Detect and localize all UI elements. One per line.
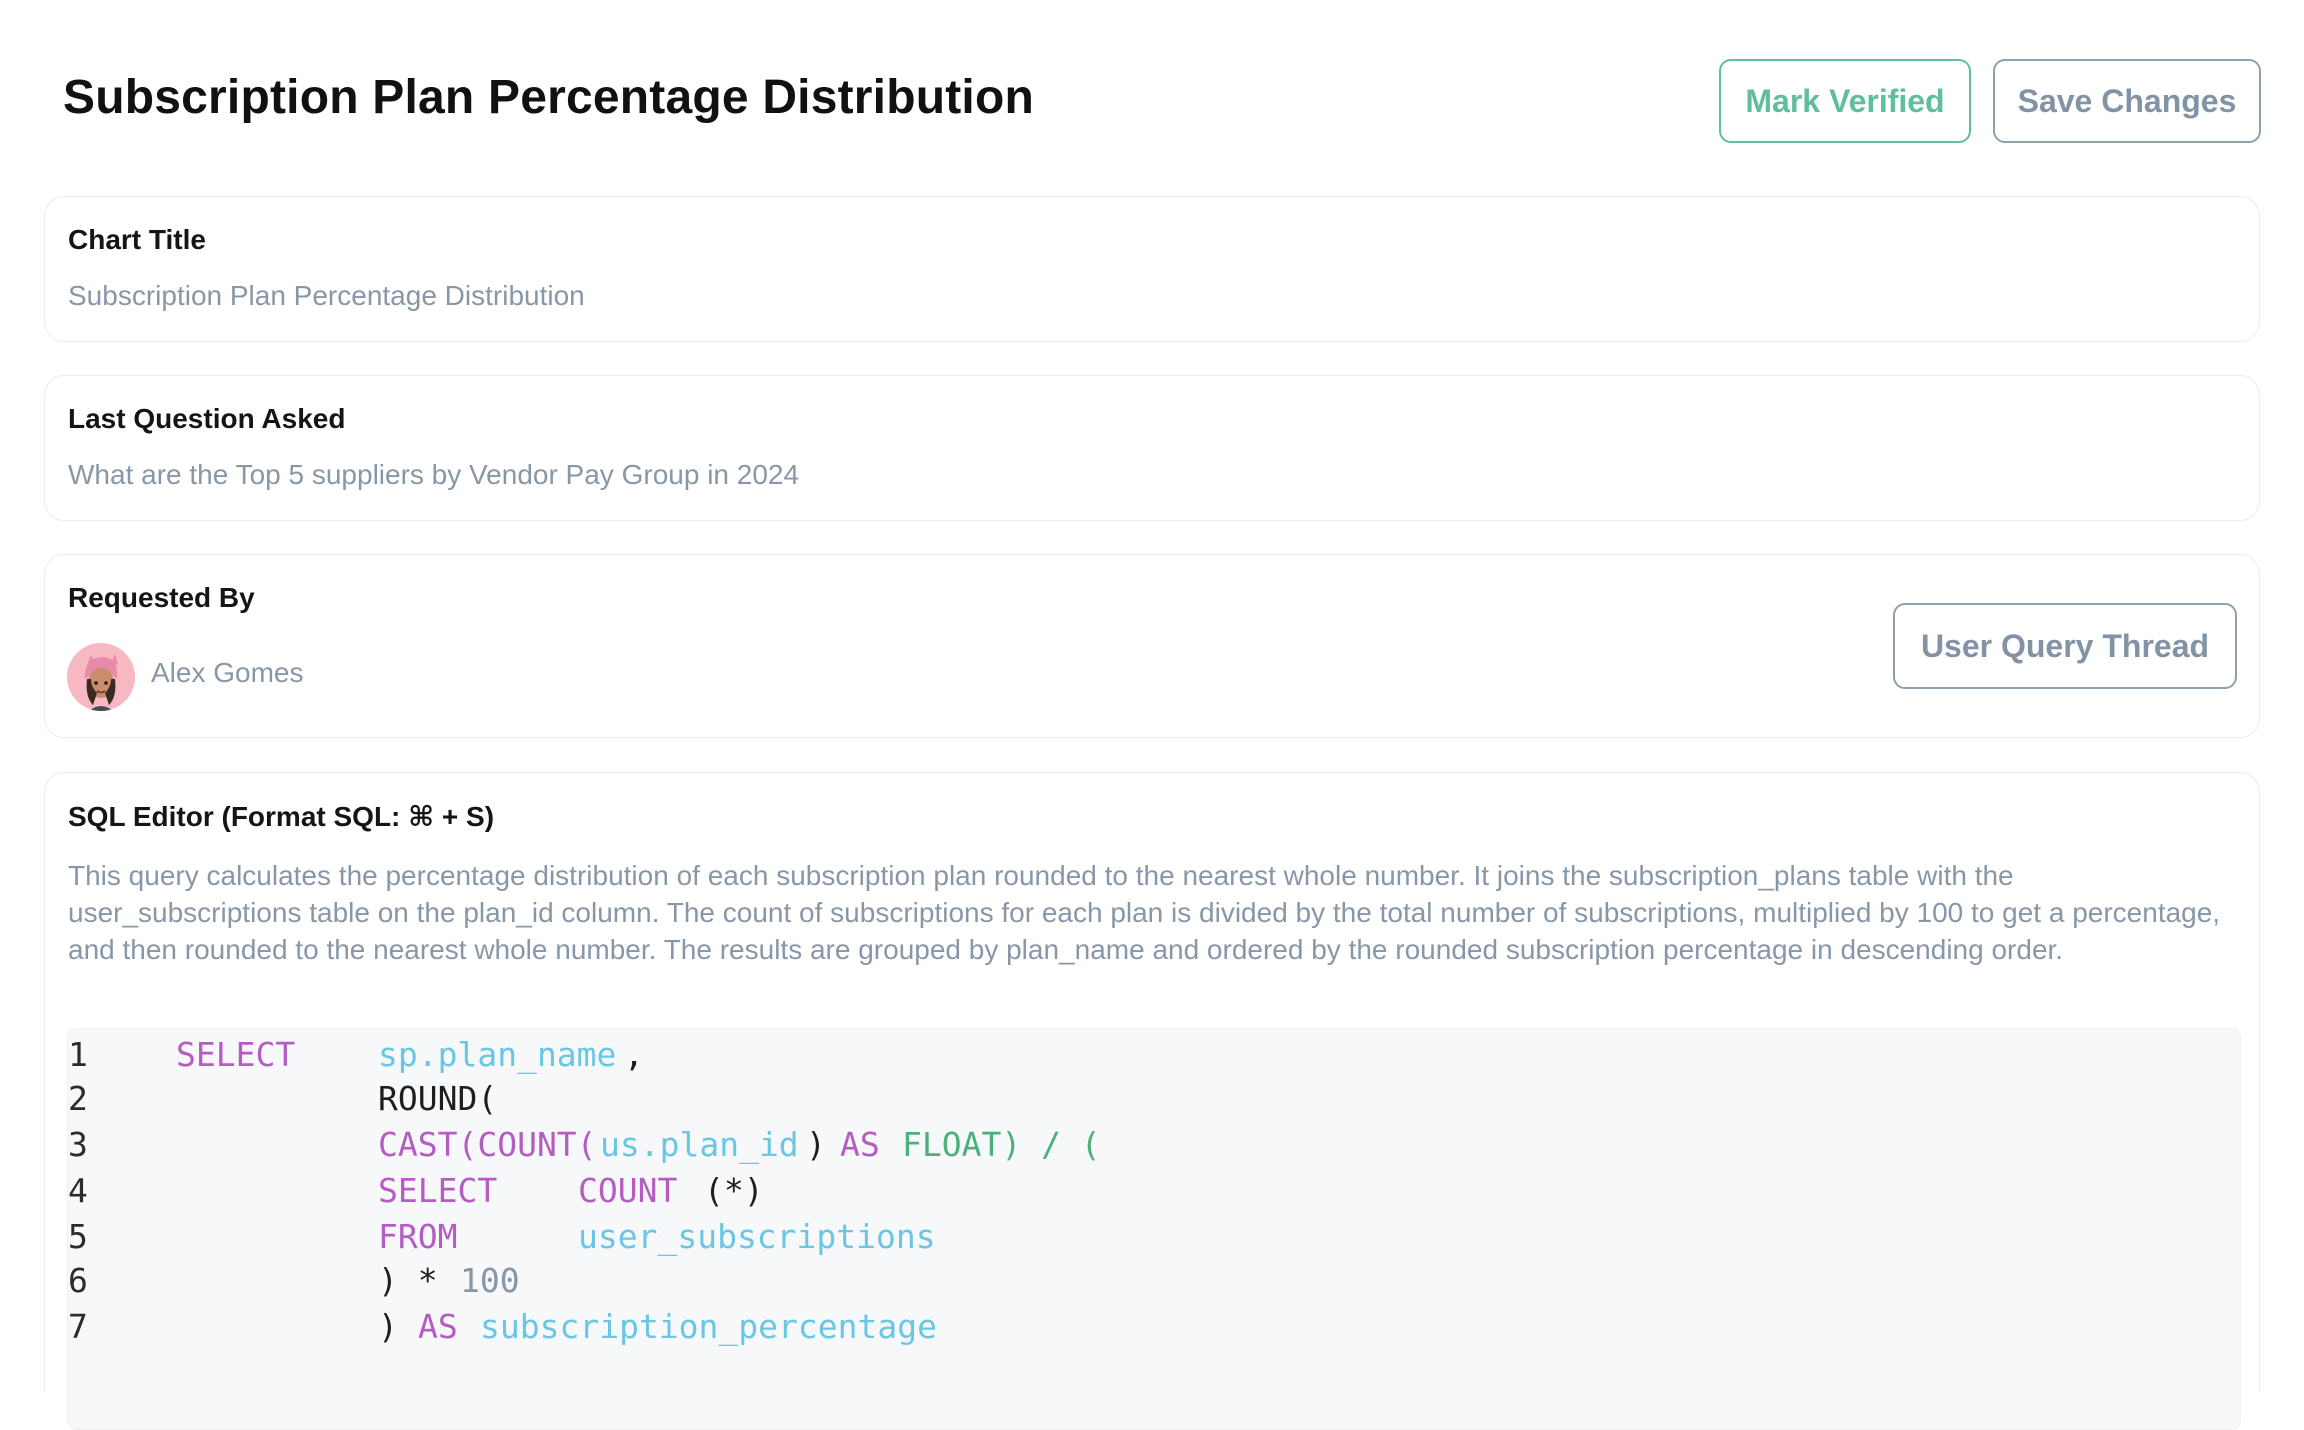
code-line[interactable]: 3 CAST(COUNT(us.plan_id) AS FLOAT) / ( <box>68 1125 2240 1169</box>
code-token: AS <box>840 1125 880 1164</box>
code-line[interactable]: 7) AS subscription_percentage <box>68 1307 2240 1351</box>
line-number: 1 <box>68 1035 88 1074</box>
code-token: ) <box>806 1125 826 1164</box>
line-number: 6 <box>68 1261 88 1300</box>
mark-verified-button[interactable]: Mark Verified <box>1719 59 1971 143</box>
code-token: (*) <box>704 1171 764 1210</box>
requested-by-user-name[interactable]: Alex Gomes <box>151 657 304 689</box>
code-token: AS <box>418 1307 458 1346</box>
page-title: Subscription Plan Percentage Distributio… <box>63 71 1035 124</box>
save-changes-button[interactable]: Save Changes <box>1993 59 2261 143</box>
code-token: ROUND( <box>378 1079 498 1118</box>
code-token: sp.plan_name <box>378 1035 617 1074</box>
code-line[interactable]: 4 SELECT COUNT (*) <box>68 1171 2240 1215</box>
code-line[interactable]: 1 SELECT sp.plan_name, <box>68 1035 2240 1079</box>
code-token: user_subscriptions <box>578 1217 936 1256</box>
sql-editor-card: SQL Editor (Format SQL: ⌘ + S) This quer… <box>44 772 2260 1430</box>
sql-code-editor[interactable]: 1 SELECT sp.plan_name, 2 ROUND(3 CAST(COUNT(u… <box>67 1028 2241 1430</box>
code-token: SELECT <box>176 1035 296 1074</box>
last-question-card: Last Question Asked What are the Top 5 s… <box>44 375 2260 521</box>
chart-title-card: Chart Title Subscription Plan Percentage… <box>44 196 2260 342</box>
code-token: SELECT <box>378 1171 498 1210</box>
code-token: subscription_percentage <box>480 1307 937 1346</box>
code-token: CAST(COUNT( <box>378 1125 597 1164</box>
last-question-label: Last Question Asked <box>68 403 346 434</box>
code-line[interactable]: 6 ) * 100 <box>68 1261 2240 1305</box>
code-token: ) <box>378 1307 398 1346</box>
code-token: 100 <box>460 1261 520 1300</box>
requested-by-card: Requested By Alex Gomes User Query Threa… <box>44 554 2260 738</box>
code-token: COUNT <box>578 1171 678 1210</box>
sql-editor-label: SQL Editor (Format SQL: ⌘ + S) <box>68 801 495 832</box>
code-token: , <box>624 1035 644 1074</box>
chart-title-input[interactable]: Subscription Plan Percentage Distributio… <box>68 280 585 312</box>
code-token: us.plan_id <box>600 1125 799 1164</box>
code-line[interactable]: 2 ROUND( <box>68 1079 2240 1123</box>
code-token: FROM <box>378 1217 458 1256</box>
line-number: 7 <box>68 1307 88 1346</box>
line-number: 3 <box>68 1125 88 1164</box>
line-number: 2 <box>68 1079 88 1118</box>
user-query-thread-button[interactable]: User Query Thread <box>1893 603 2237 689</box>
avatar <box>67 643 135 711</box>
last-question-value: What are the Top 5 suppliers by Vendor P… <box>68 459 800 490</box>
avatar-face-icon <box>67 643 135 711</box>
sql-description: This query calculates the percentage dis… <box>68 860 2221 965</box>
code-token: FLOAT) / ( <box>902 1125 1101 1164</box>
chart-title-label: Chart Title <box>68 224 206 255</box>
line-number: 5 <box>68 1217 88 1256</box>
requested-by-label: Requested By <box>68 582 255 613</box>
line-number: 4 <box>68 1171 88 1210</box>
code-line[interactable]: 5 FROM user_subscriptions <box>68 1217 2240 1261</box>
code-token: ) * <box>378 1261 438 1300</box>
